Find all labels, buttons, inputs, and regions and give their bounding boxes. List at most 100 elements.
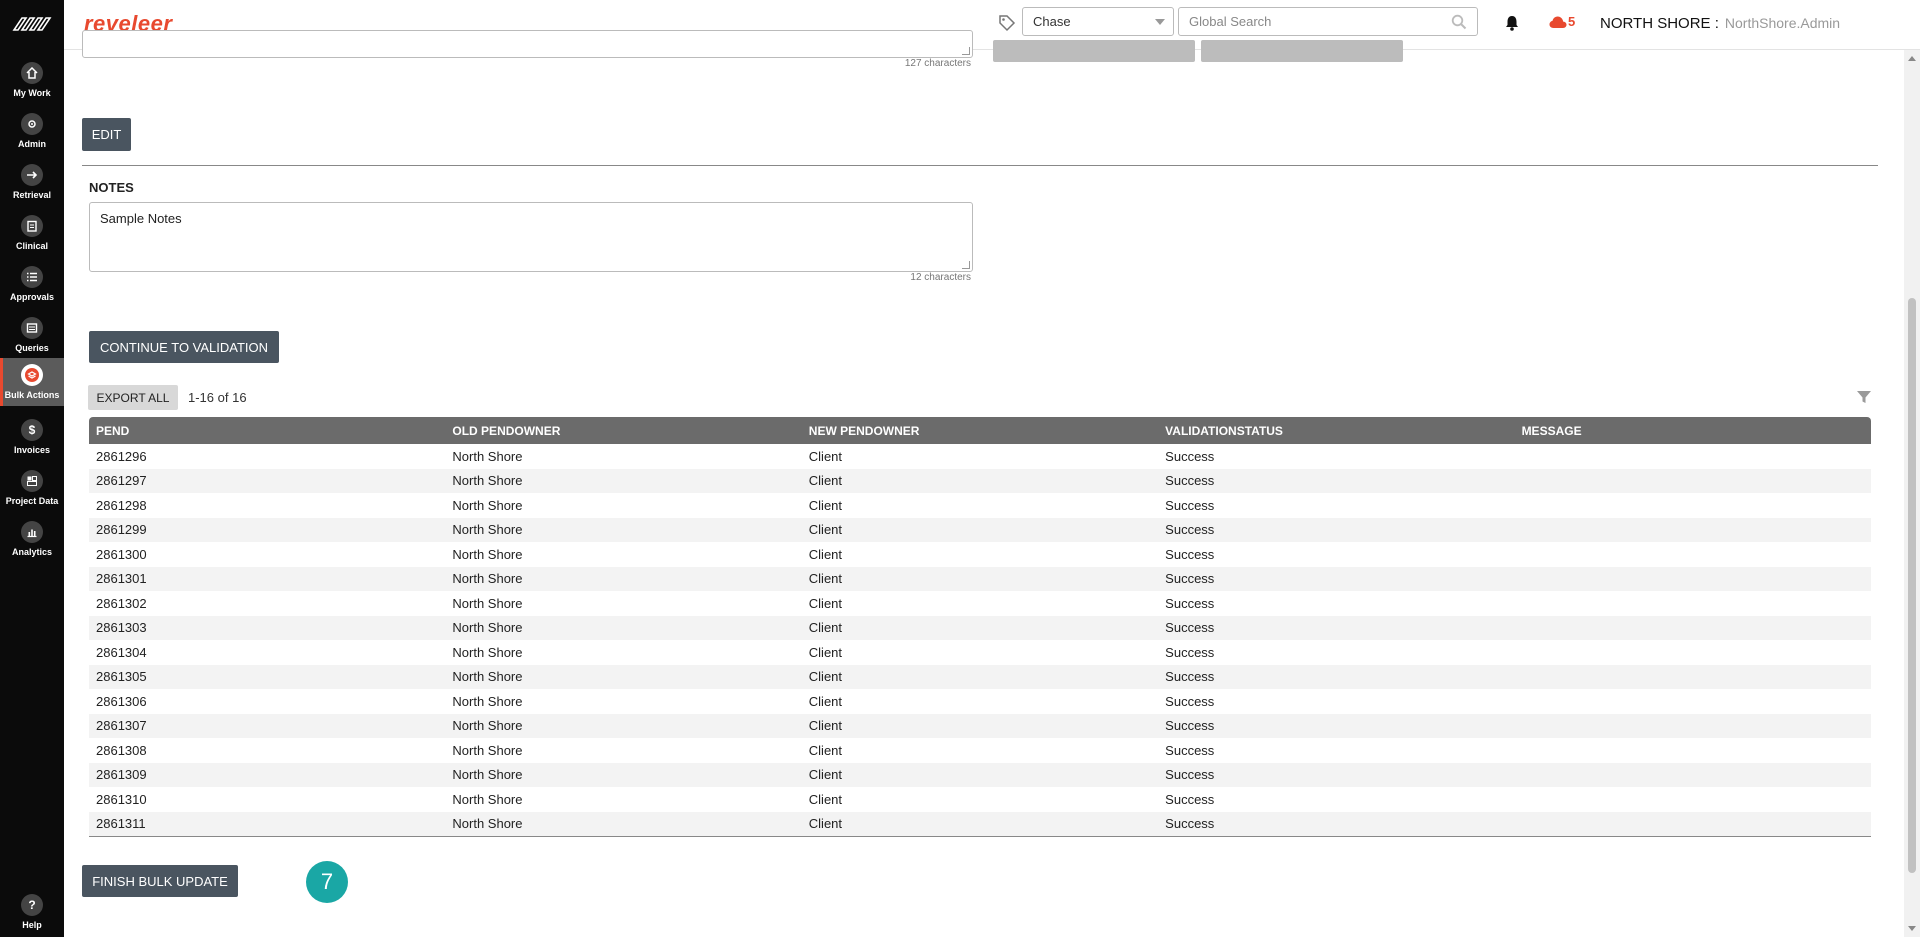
table-cell: Client <box>808 473 843 489</box>
sidebar-item-my-work[interactable]: My Work <box>0 56 64 106</box>
sidebar: My Work Admin Retrieval Clinical Approva… <box>0 0 64 937</box>
table-row[interactable]: 2861306 North Shore Client Success <box>89 689 1871 714</box>
scroll-thumb[interactable] <box>1908 298 1916 873</box>
table-row[interactable]: 2861309 North Shore Client Success <box>89 762 1871 787</box>
table-cell: North Shore <box>452 473 523 489</box>
org-name: NORTH SHORE : <box>1600 15 1719 32</box>
document-icon <box>21 317 43 339</box>
table-cell: Client <box>808 669 843 685</box>
layers-icon <box>21 364 43 386</box>
table-cell: Client <box>808 497 843 513</box>
table-cell: Client <box>808 742 843 758</box>
client-select[interactable]: Chase <box>1022 7 1174 36</box>
notes-label: NOTES <box>89 180 134 195</box>
table-row[interactable]: 2861303 North Shore Client Success <box>89 615 1871 640</box>
sidebar-item-approvals[interactable]: Approvals <box>0 260 64 310</box>
sidebar-item-bulk-actions[interactable]: Bulk Actions <box>0 358 64 406</box>
column-header-new-pendowner[interactable]: NEW PENDOWNER <box>802 424 1158 438</box>
table-row[interactable]: 2861310 North Shore Client Success <box>89 787 1871 812</box>
pagination-summary: 1-16 of 16 <box>188 390 247 405</box>
help-icon: ? <box>21 894 43 916</box>
table-row[interactable]: 2861296 North Shore Client Success <box>89 444 1871 469</box>
table-cell: North Shore <box>452 522 523 538</box>
table-row[interactable]: 2861301 North Shore Client Success <box>89 566 1871 591</box>
column-header-message[interactable]: MESSAGE <box>1515 424 1871 438</box>
table-row[interactable]: 2861302 North Shore Client Success <box>89 591 1871 616</box>
sidebar-item-admin[interactable]: Admin <box>0 107 64 157</box>
table-cell: Success <box>1165 644 1215 660</box>
table-row[interactable]: 2861308 North Shore Client Success <box>89 738 1871 763</box>
column-header-pend[interactable]: PEND <box>89 424 445 438</box>
continue-to-validation-button[interactable]: CONTINUE TO VALIDATION <box>89 331 279 363</box>
table-cell: 2861296 <box>96 448 147 464</box>
table-cell: Success <box>1165 767 1215 783</box>
table-cell: North Shore <box>452 693 523 709</box>
global-search <box>1178 7 1478 36</box>
edit-button[interactable]: EDIT <box>82 118 131 151</box>
table-cell: 2861299 <box>96 522 147 538</box>
table-row[interactable]: 2861299 North Shore Client Success <box>89 517 1871 542</box>
notes-char-count: 12 characters <box>910 272 971 283</box>
sidebar-item-label: Analytics <box>11 547 53 557</box>
main-content: 127 characters EDIT NOTES Sample Notes 1… <box>64 30 1904 937</box>
scroll-down-icon[interactable] <box>1908 926 1916 931</box>
table-cell: Client <box>808 644 843 660</box>
disabled-button[interactable] <box>1201 40 1403 62</box>
org-info[interactable]: NORTH SHORE : NorthShore.Admin <box>1600 15 1840 32</box>
table-cell: Client <box>808 546 843 562</box>
table-row[interactable]: 2861307 North Shore Client Success <box>89 713 1871 738</box>
table-cell: 2861307 <box>96 718 147 734</box>
table-row[interactable]: 2861305 North Shore Client Success <box>89 664 1871 689</box>
description-textarea[interactable] <box>82 30 973 58</box>
table-cell: 2861309 <box>96 767 147 783</box>
sidebar-item-help[interactable]: ? Help <box>0 888 64 938</box>
sidebar-item-label: Approvals <box>9 292 54 302</box>
column-header-old-pendowner[interactable]: OLD PENDOWNER <box>445 424 801 438</box>
dollar-icon: $ <box>21 419 43 441</box>
resize-grip-icon[interactable] <box>962 47 970 55</box>
table-cell: Success <box>1165 718 1215 734</box>
table-cell: North Shore <box>452 546 523 562</box>
description-char-count: 127 characters <box>904 58 971 69</box>
alerts[interactable]: 5 <box>1549 14 1575 29</box>
sidebar-item-label: Retrieval <box>12 190 52 200</box>
sidebar-item-project-data[interactable]: Project Data <box>0 464 64 514</box>
table-cell: Success <box>1165 791 1215 807</box>
table-cell: Success <box>1165 742 1215 758</box>
table-cell: North Shore <box>452 448 523 464</box>
table-row[interactable]: 2861298 North Shore Client Success <box>89 493 1871 518</box>
table-cell: North Shore <box>452 644 523 660</box>
filter-icon[interactable] <box>1856 389 1872 405</box>
bell-icon[interactable] <box>1504 14 1520 32</box>
sidebar-item-queries[interactable]: Queries <box>0 311 64 361</box>
page-scrollbar[interactable] <box>1904 50 1920 937</box>
table-cell: Success <box>1165 571 1215 587</box>
table-cell: Success <box>1165 473 1215 489</box>
table-row[interactable]: 2861311 North Shore Client Success <box>89 811 1871 836</box>
table-row[interactable]: 2861300 North Shore Client Success <box>89 542 1871 567</box>
export-all-button[interactable]: EXPORT ALL <box>88 385 178 410</box>
table-row[interactable]: 2861297 North Shore Client Success <box>89 468 1871 493</box>
notes-textarea[interactable] <box>89 202 973 272</box>
chevron-down-icon <box>1155 19 1165 25</box>
search-input[interactable] <box>1179 8 1439 35</box>
column-header-validationstatus[interactable]: VALIDATIONSTATUS <box>1158 424 1514 438</box>
sidebar-item-invoices[interactable]: $ Invoices <box>0 413 64 463</box>
table-row[interactable]: 2861304 North Shore Client Success <box>89 640 1871 665</box>
table-cell: Client <box>808 595 843 611</box>
logo-icon[interactable] <box>12 14 52 34</box>
table-cell: 2861303 <box>96 620 147 636</box>
sidebar-item-label: Clinical <box>15 241 48 251</box>
sidebar-item-analytics[interactable]: Analytics <box>0 515 64 565</box>
search-icon[interactable] <box>1451 14 1467 30</box>
table-cell: North Shore <box>452 791 523 807</box>
disabled-button[interactable] <box>993 40 1195 62</box>
finish-bulk-update-button[interactable]: FINISH BULK UPDATE <box>82 865 238 897</box>
sidebar-item-retrieval[interactable]: Retrieval <box>0 158 64 208</box>
table-cell: Success <box>1165 497 1215 513</box>
table-cell: Client <box>808 448 843 464</box>
list-icon <box>21 266 43 288</box>
sidebar-item-clinical[interactable]: Clinical <box>0 209 64 259</box>
resize-grip-icon[interactable] <box>962 261 970 269</box>
scroll-up-icon[interactable] <box>1908 56 1916 61</box>
